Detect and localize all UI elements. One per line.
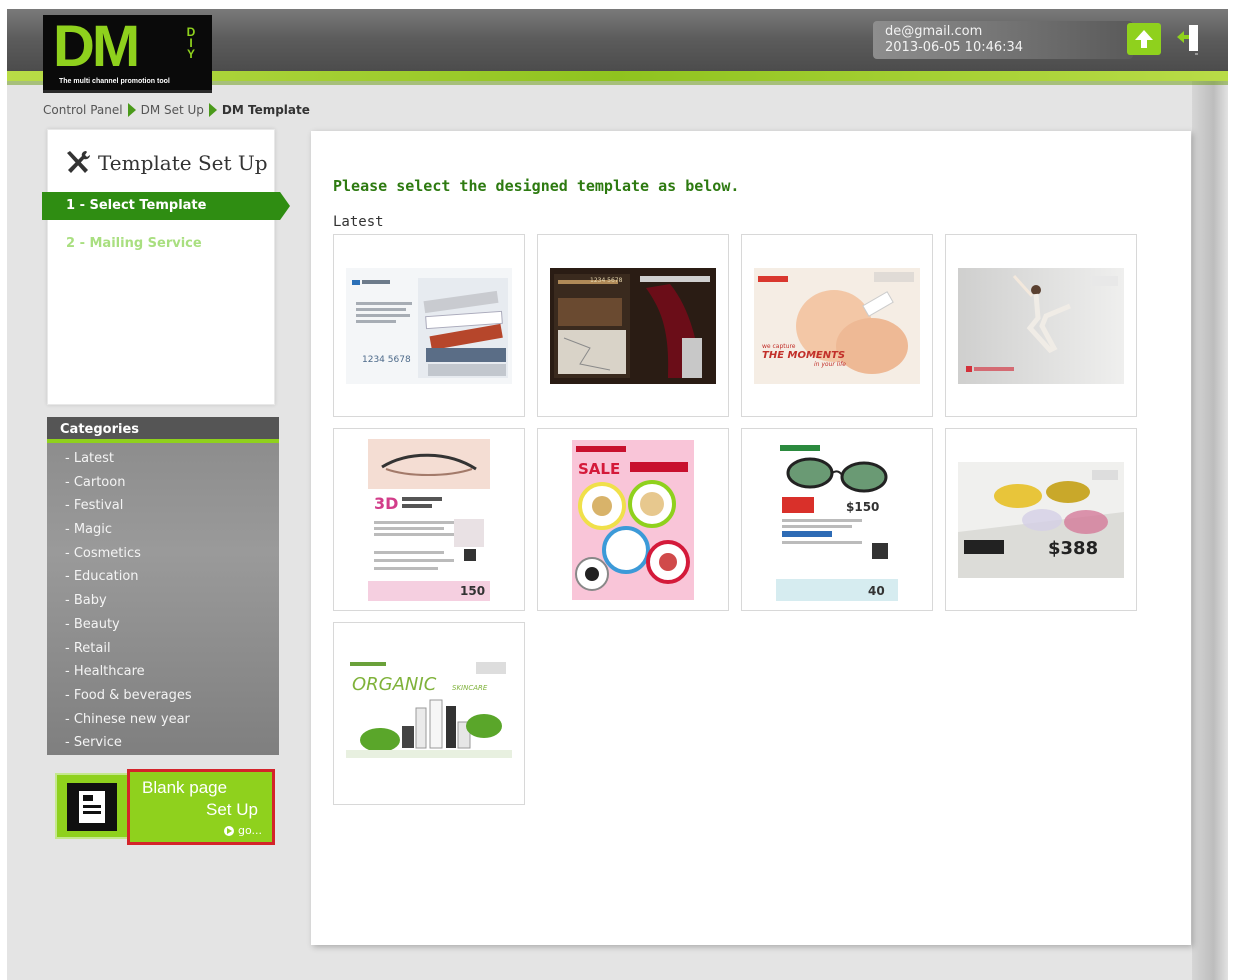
logo[interactable]: DM DIY The multi channel promotion tool [43,15,212,93]
setup-panel: Template Set Up 1 - Select Template 2 - … [42,129,290,405]
blank-page-setup-label: Set Up [206,800,258,819]
upload-button[interactable] [1127,23,1161,55]
main-panel: Please select the designed template as b… [311,131,1191,945]
template-text: 1234 5678 [590,277,623,284]
breadcrumb-current: DM Template [221,103,310,117]
template-card-books[interactable]: 1234 5678 [333,234,525,417]
template-text-2: 40 [868,584,885,598]
category-chinese-new-year[interactable]: - Chinese new year [47,708,279,732]
template-text: THE MOMENTS [762,350,845,361]
category-beauty[interactable]: - Beauty [47,613,279,637]
breadcrumb-dm-setup[interactable]: DM Set Up [141,103,204,117]
template-text: ORGANIC [352,674,437,695]
categories-title: Categories [47,417,279,443]
template-card-organic[interactable]: ORGANIC SKINCARE [333,622,525,805]
template-thumbnail-books: 1234 5678 [346,267,512,384]
template-card-ballet[interactable] [945,234,1137,417]
frame-shade [1192,79,1228,980]
template-thumbnail-sunglasses: $388 [958,461,1124,578]
category-food-beverages[interactable]: - Food & beverages [47,684,279,708]
breadcrumb-control-panel[interactable]: Control Panel [43,103,123,117]
template-card-wine[interactable]: 1234 5678 [537,234,729,417]
category-festival[interactable]: - Festival [47,494,279,518]
template-text: 1234 5678 [362,355,411,365]
category-education[interactable]: - Education [47,565,279,589]
template-thumbnail-ballet [958,267,1124,384]
step-select-template[interactable]: 1 - Select Template [42,192,290,220]
setup-title: Template Set Up [64,150,268,176]
layout-icon [79,791,105,823]
blank-page-label: Blank page [142,778,228,797]
template-card-eyelash[interactable]: 3D 150 [333,428,525,611]
template-card-sunglasses[interactable]: $388 [945,428,1137,611]
logout-button[interactable] [1175,23,1201,55]
template-thumbnail-toys-sale: SALE [572,439,694,600]
template-thumbnail-organic: ORGANIC SKINCARE [346,655,512,772]
categories-list: - Latest - Cartoon - Festival - Magic - … [47,443,279,755]
user-info: de@gmail.com 2013-06-05 10:46:34 [873,21,1133,59]
main-heading: Please select the designed template as b… [333,177,740,195]
tools-icon [67,151,90,173]
user-datetime: 2013-06-05 10:46:34 [885,40,1024,55]
category-latest[interactable]: - Latest [47,447,279,471]
breadcrumb: Control Panel DM Set Up DM Template [43,103,310,117]
blank-page-go: go... [223,824,262,837]
breadcrumb-arrow-icon [208,103,217,117]
blank-page-button[interactable]: Blank page Set Up go... [127,769,275,845]
step-mailing-service[interactable]: 2 - Mailing Service [66,236,202,251]
category-baby[interactable]: - Baby [47,589,279,613]
section-latest-title: Latest [333,214,384,230]
category-service[interactable]: - Service [47,731,279,755]
categories-panel: Categories - Latest - Cartoon - Festival… [47,417,279,755]
category-retail[interactable]: - Retail [47,637,279,661]
logo-text: DM [53,14,140,79]
upload-arrow-icon [1135,30,1153,48]
template-card-glasses[interactable]: $150 40 [741,428,933,611]
category-healthcare[interactable]: - Healthcare [47,660,279,684]
template-thumbnail-glasses: $150 40 [776,438,898,601]
template-grid: 1234 5678 1234 5678 we capture THE MOMEN… [333,234,1137,805]
template-card-toys-sale[interactable]: SALE [537,428,729,611]
template-text-2: SKINCARE [452,684,488,692]
template-text-2: in your life [814,361,846,368]
template-text: $388 [1048,538,1098,559]
category-cartoon[interactable]: - Cartoon [47,471,279,495]
template-thumbnail-eyelash: 3D 150 [368,438,490,601]
play-icon [223,825,234,836]
blank-page-setup: Blank page Set Up go... [55,769,277,845]
breadcrumb-arrow-icon [127,103,136,117]
template-thumbnail-baby: we capture THE MOMENTS in your life [754,267,920,384]
blank-page-icon[interactable] [55,773,129,839]
template-text: SALE [578,460,620,478]
user-email: de@gmail.com [885,24,983,39]
category-cosmetics[interactable]: - Cosmetics [47,542,279,566]
logo-suffix: DIY [186,25,196,61]
logo-tagline: The multi channel promotion tool [59,78,170,85]
template-text: $150 [846,500,879,514]
app-frame: DM DIY The multi channel promotion tool … [7,9,1228,980]
template-text-2: 150 [460,584,485,598]
setup-title-text: Template Set Up [98,151,268,175]
logout-door-icon [1177,25,1198,55]
template-text: 3D [374,494,398,513]
template-card-baby[interactable]: we capture THE MOMENTS in your life [741,234,933,417]
go-label: go... [237,824,262,837]
template-text-3: we capture [762,343,796,350]
template-thumbnail-wine: 1234 5678 [550,267,716,384]
category-magic[interactable]: - Magic [47,518,279,542]
